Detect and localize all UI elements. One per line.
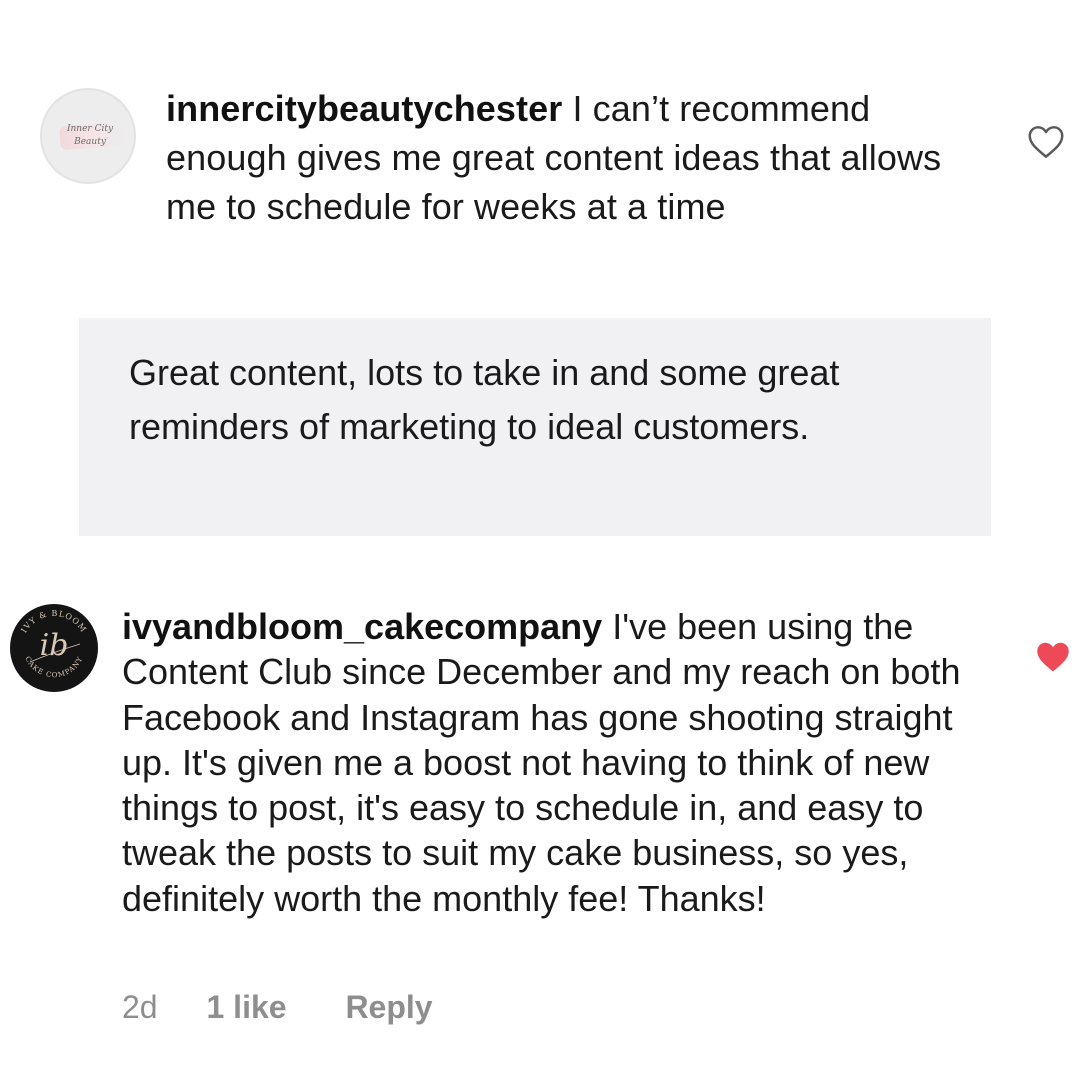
comment-meta: 2d 1 like Reply: [122, 985, 433, 1029]
avatar[interactable]: Inner City Beauty: [40, 88, 136, 184]
comment-body: ivyandbloom_cakecompany I've been using …: [122, 604, 1002, 921]
heart-filled-icon[interactable]: [1035, 641, 1071, 673]
comment-item: Inner City Beauty innercitybeautychester…: [0, 0, 1080, 300]
avatar[interactable]: IVY & BLOOM CAKE COMPANY ib: [10, 604, 98, 692]
reply-button[interactable]: Reply: [345, 985, 432, 1029]
avatar-logo-line1: Inner City: [66, 124, 114, 134]
review-quote-box: Great content, lots to take in and some …: [79, 318, 991, 536]
comment-text: I've been using the Content Club since D…: [122, 606, 961, 919]
comment-timestamp: 2d: [122, 989, 158, 1025]
avatar-monogram: ib: [39, 628, 69, 663]
avatar-logo-line2: Beauty: [74, 137, 106, 147]
like-count[interactable]: 1 like: [206, 985, 286, 1029]
review-text: Great content, lots to take in and some …: [129, 352, 840, 447]
comment-username[interactable]: ivyandbloom_cakecompany: [122, 606, 602, 647]
comment-username[interactable]: innercitybeautychester: [166, 88, 562, 129]
heart-outline-icon[interactable]: [1027, 125, 1065, 159]
comment-body: innercitybeautychester I can’t recommend…: [166, 84, 986, 231]
